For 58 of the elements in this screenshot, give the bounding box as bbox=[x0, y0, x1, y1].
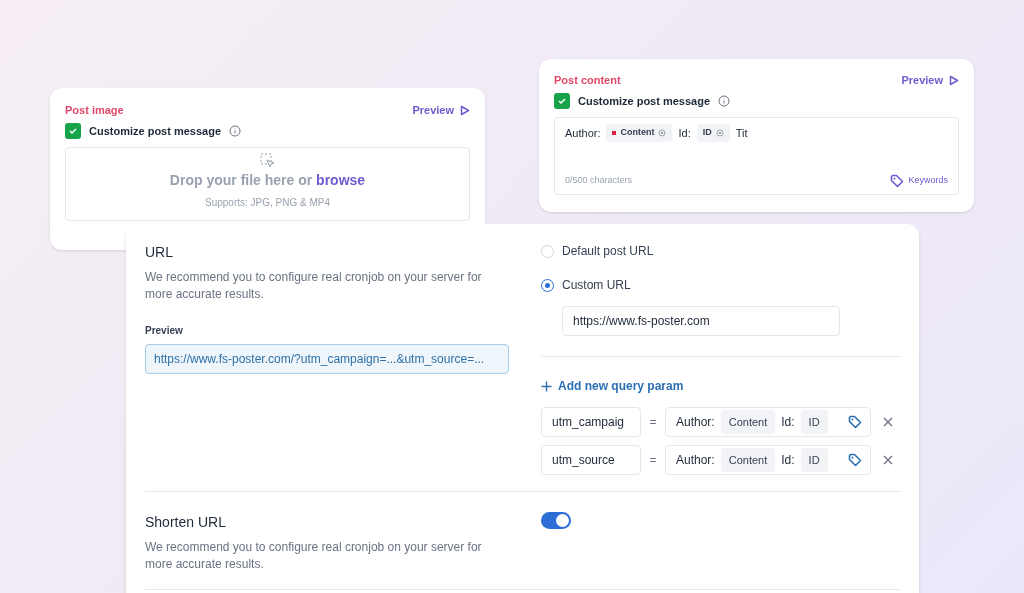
section-title: URL bbox=[145, 243, 174, 262]
plus-icon bbox=[541, 380, 552, 392]
section-description: We recommend you to configure real cronjob on your server for more accurate results. bbox=[145, 269, 483, 303]
info-icon bbox=[718, 94, 731, 107]
close-icon[interactable] bbox=[883, 417, 893, 427]
checkbox-label: Customize post message bbox=[578, 93, 711, 109]
keywords-button[interactable]: Keywords bbox=[890, 174, 948, 188]
tag-icon[interactable] bbox=[848, 415, 862, 429]
card-title: Post image bbox=[65, 103, 124, 118]
section-title: Shorten URL bbox=[145, 513, 227, 532]
radio-label: Custom URL bbox=[562, 277, 631, 294]
variable-chip[interactable]: Content bbox=[720, 409, 776, 435]
variable-chip[interactable]: ID bbox=[800, 409, 828, 435]
editor-text: Author: bbox=[676, 452, 715, 469]
play-icon bbox=[460, 104, 470, 116]
param-value-field[interactable]: Author: Content Id: ID bbox=[665, 445, 871, 475]
message-editor[interactable]: Author: Content Id: ID Tit 0/500 characters Keywords bbox=[554, 117, 959, 195]
editor-text: Tit bbox=[735, 125, 748, 141]
dropzone-text: Drop your file here or browse bbox=[169, 171, 366, 190]
dropzone-hint: Supports: JPG, PNG & MP4 bbox=[204, 196, 330, 210]
variable-chip[interactable]: Content bbox=[720, 447, 776, 473]
variable-chip[interactable]: ID bbox=[800, 447, 828, 473]
checkbox-label: Customize post message bbox=[89, 123, 222, 139]
preview-button[interactable]: Preview bbox=[901, 72, 959, 89]
editor-text: Id: bbox=[678, 125, 691, 141]
check-icon bbox=[68, 125, 78, 136]
equals-sign: = bbox=[648, 452, 658, 469]
editor-text: Id: bbox=[781, 452, 795, 469]
preview-url-field[interactable]: https://www.fs-poster.com/?utm_campaign=...&utm_source=... bbox=[145, 344, 509, 374]
radio-label: Default post URL bbox=[562, 243, 654, 260]
tag-icon[interactable] bbox=[890, 174, 905, 188]
preview-button[interactable]: Preview bbox=[412, 102, 470, 119]
editor-text: Author: bbox=[565, 125, 601, 141]
tag-icon[interactable] bbox=[848, 453, 862, 467]
upload-icon bbox=[258, 152, 277, 170]
editor-text: Id: bbox=[781, 414, 795, 431]
checkbox[interactable] bbox=[554, 92, 570, 109]
close-icon[interactable] bbox=[883, 455, 893, 465]
variable-chip[interactable]: ID bbox=[696, 124, 730, 142]
field-label: Preview bbox=[145, 324, 184, 338]
variable-chip[interactable]: Content bbox=[606, 124, 673, 142]
add-param-button[interactable]: Add new query param bbox=[541, 377, 684, 395]
toggle-switch[interactable] bbox=[541, 512, 571, 529]
file-dropzone[interactable]: Drop your file here or browse Supports: JPG, PNG & MP4 bbox=[65, 147, 470, 221]
param-key-field[interactable]: utm_campaig bbox=[541, 407, 641, 437]
editor-text: Author: bbox=[676, 414, 715, 431]
section-description: We recommend you to configure real cronjob on your server for more accurate results. bbox=[145, 539, 483, 573]
info-icon bbox=[229, 124, 242, 137]
equals-sign: = bbox=[648, 414, 658, 431]
param-key-field[interactable]: utm_source bbox=[541, 445, 641, 475]
browse-link[interactable]: browse bbox=[316, 172, 366, 188]
custom-url-field[interactable]: https://www.fs-poster.com bbox=[562, 306, 840, 336]
checkbox[interactable] bbox=[65, 122, 81, 139]
check-icon bbox=[557, 95, 567, 106]
character-counter: 0/500 characters bbox=[565, 174, 633, 188]
card-title: Post content bbox=[554, 73, 621, 88]
param-value-field[interactable]: Author: Content Id: ID bbox=[665, 407, 871, 437]
play-icon bbox=[949, 74, 959, 86]
